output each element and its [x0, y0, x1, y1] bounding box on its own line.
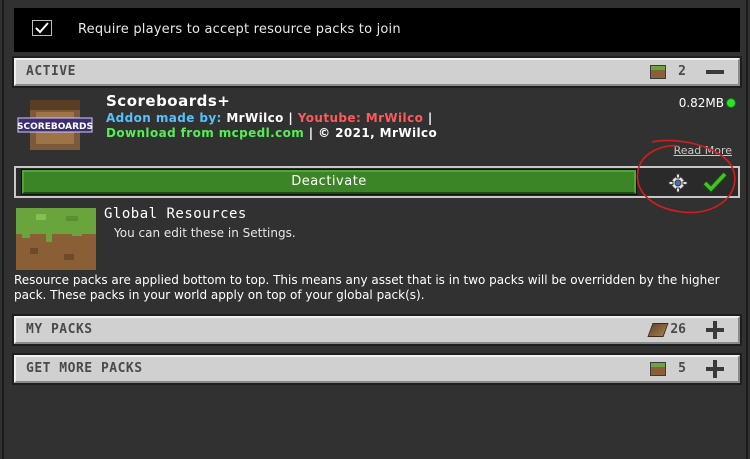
grass-block-icon — [650, 65, 666, 79]
require-packs-checkbox[interactable] — [32, 20, 52, 36]
pack-order-info: Resource packs are applied bottom to top… — [14, 273, 720, 302]
get-more-packs-header[interactable]: GET MORE PACKS 5 — [12, 353, 742, 385]
status-dot-icon — [726, 98, 736, 108]
checkmark-icon — [32, 20, 52, 36]
my-packs-header[interactable]: MY PACKS 26 — [12, 314, 742, 346]
pack-credits-line: Addon made by: MrWilco | Youtube: MrWilc… — [106, 111, 433, 125]
get-more-packs-title: GET MORE PACKS — [26, 361, 143, 376]
global-resources-title: Global Resources — [104, 206, 247, 222]
active-section-header[interactable]: ACTIVE 2 — [12, 56, 742, 88]
made-by-label: Addon made by: — [106, 111, 222, 125]
book-icon — [647, 323, 669, 337]
pack-title: Scoreboards+ — [106, 92, 231, 110]
copyright-text: © 2021, MrWilco — [318, 126, 438, 140]
my-packs-count: 26 — [670, 322, 686, 337]
read-more-link[interactable]: Read More — [674, 144, 732, 157]
active-pack-count: 2 — [678, 64, 686, 79]
my-packs-title: MY PACKS — [26, 322, 93, 337]
global-resources-icon — [16, 208, 96, 270]
grass-block-icon — [650, 362, 666, 376]
require-packs-row[interactable]: Require players to accept resource packs… — [14, 8, 740, 52]
download-credit: Download from mcpedl.com — [106, 126, 305, 140]
global-resources-subtitle: You can edit these in Settings. — [114, 226, 296, 240]
youtube-credit: Youtube: MrWilco — [297, 111, 424, 125]
separator: | — [308, 126, 314, 140]
expand-plus-icon[interactable] — [704, 359, 726, 379]
expand-plus-icon[interactable] — [704, 320, 726, 340]
get-more-packs-count: 5 — [678, 361, 686, 376]
gear-icon[interactable] — [668, 173, 688, 193]
pack-icon-text: SCOREBOARDS — [17, 122, 93, 132]
collapse-minus-icon[interactable] — [704, 62, 726, 82]
pack-download-line: Download from mcpedl.com | © 2021, MrWil… — [106, 126, 437, 140]
separator: | — [427, 111, 433, 125]
require-packs-label: Require players to accept resource packs… — [78, 22, 401, 37]
active-check-icon[interactable] — [702, 171, 728, 194]
pack-action-row: Deactivate — [14, 166, 740, 198]
pack-icon-scoreboards[interactable]: SCOREBOARDS — [16, 98, 94, 154]
author-name: MrWilco — [226, 111, 284, 125]
pack-size: 0.82MB — [678, 96, 724, 110]
deactivate-button[interactable]: Deactivate — [21, 169, 637, 195]
separator: | — [288, 111, 294, 125]
active-section-title: ACTIVE — [26, 64, 76, 79]
